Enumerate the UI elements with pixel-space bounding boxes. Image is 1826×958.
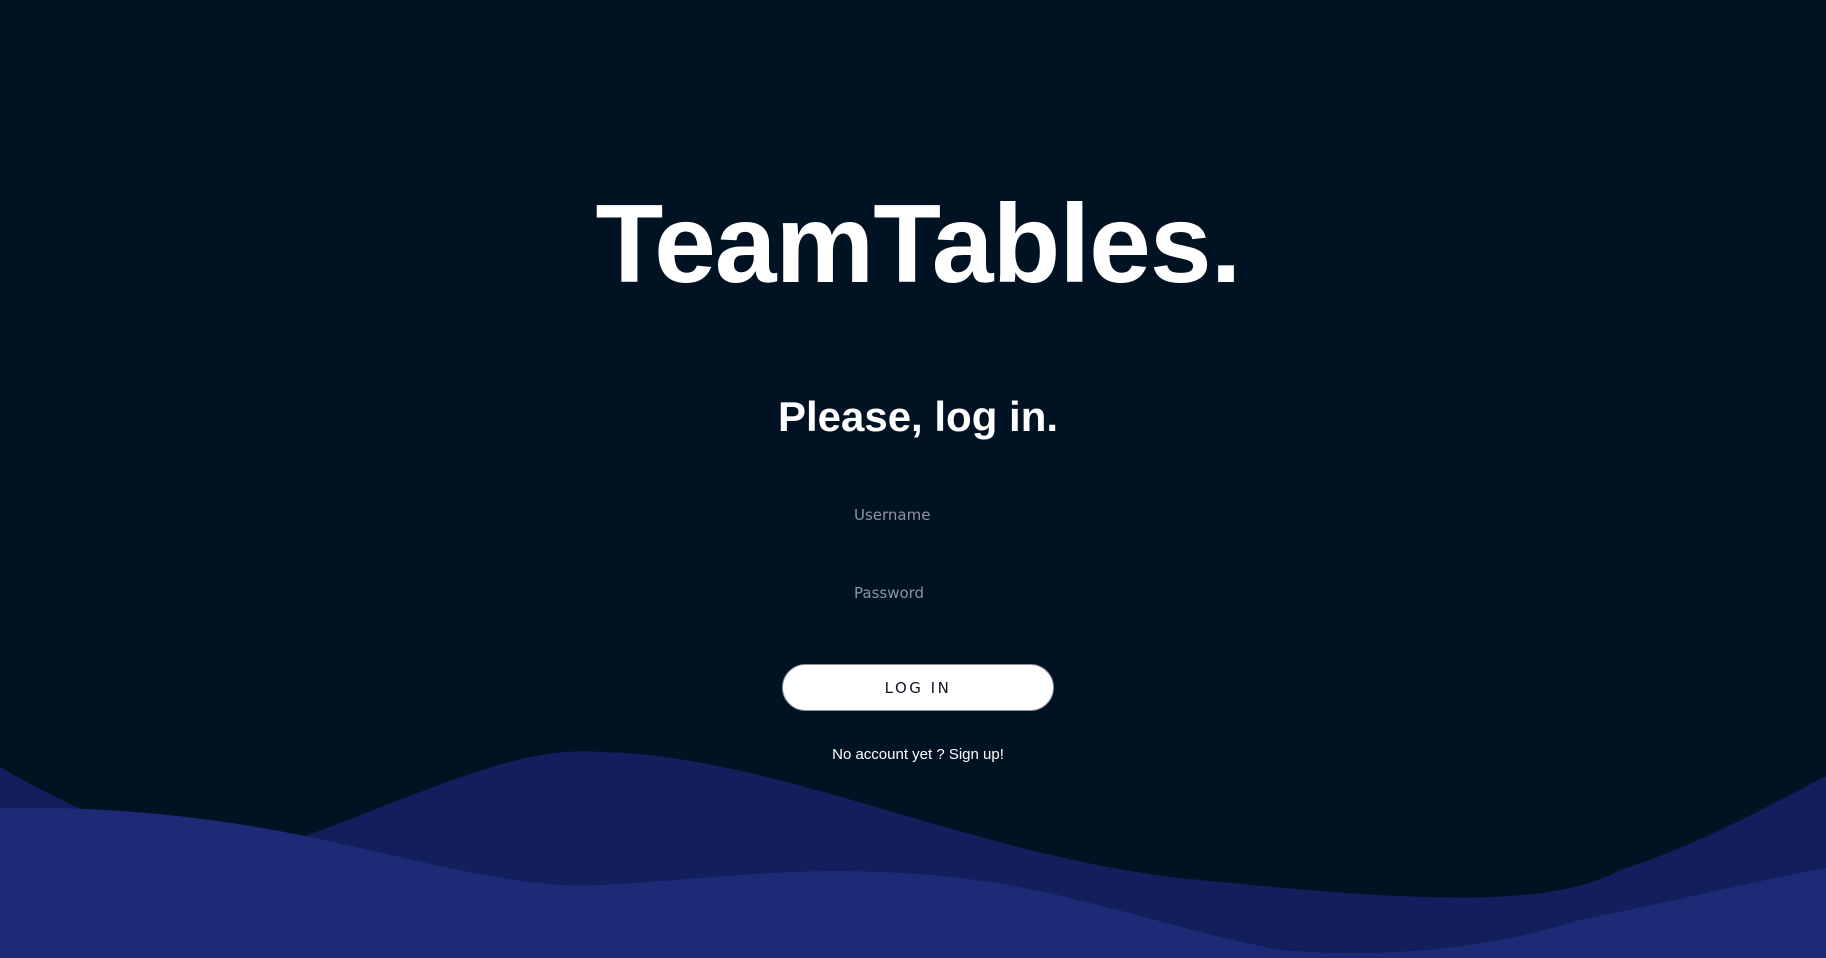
signup-link[interactable]: No account yet ? Sign up! [0, 745, 1826, 765]
background-waves [0, 751, 1826, 958]
username-input[interactable] [848, 500, 1138, 530]
login-button[interactable]: LOG IN [782, 664, 1054, 711]
app-logo-title: TeamTables. [595, 182, 1242, 306]
password-input[interactable] [848, 578, 1138, 608]
login-page: TeamTables. Please, log in. LOG IN No ac… [0, 0, 1826, 958]
login-heading: Please, log in. [777, 393, 1059, 440]
